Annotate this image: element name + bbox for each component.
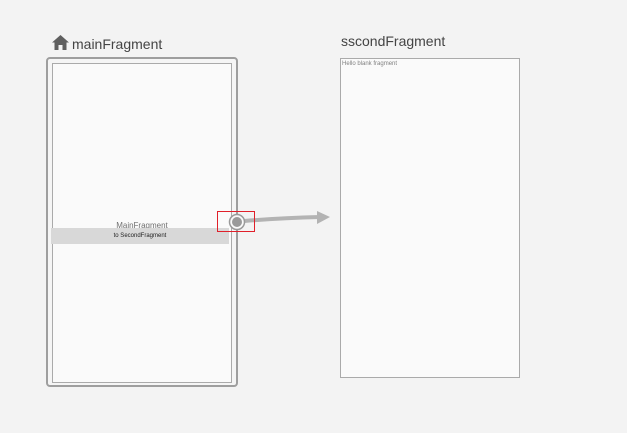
action-handle-highlight[interactable]	[217, 211, 255, 232]
arrowhead-icon	[317, 211, 330, 224]
second-fragment-preview-text: Hello blank fragment	[342, 61, 398, 67]
second-fragment-destination[interactable]: Hello blank fragment	[340, 58, 520, 378]
to-second-fragment-button[interactable]: to SecondFragment	[51, 228, 229, 244]
action-line	[242, 215, 322, 223]
second-fragment-title[interactable]: sscondFragment	[341, 33, 445, 49]
main-fragment-preview[interactable]: MainFragment	[52, 63, 232, 383]
main-fragment-title[interactable]: mainFragment	[72, 36, 162, 52]
home-icon	[52, 35, 69, 50]
main-fragment-destination[interactable]: MainFragment to SecondFragment	[46, 57, 238, 387]
